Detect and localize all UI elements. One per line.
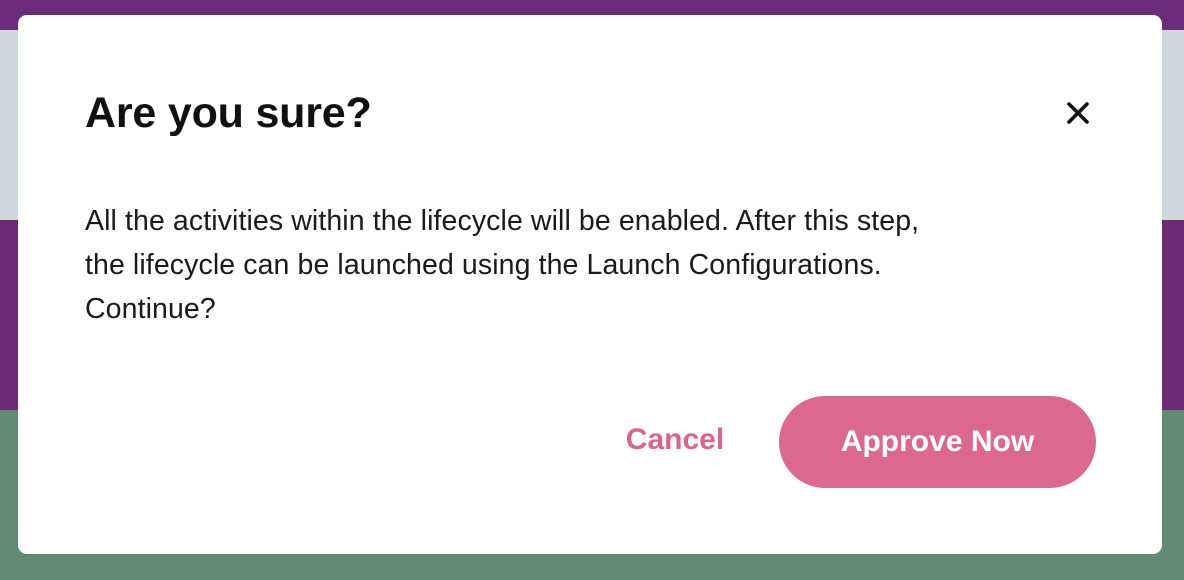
- close-button[interactable]: [1060, 95, 1096, 131]
- approve-now-button[interactable]: Approve Now: [779, 396, 1096, 488]
- dialog-message-line: the lifecycle can be launched using the …: [85, 249, 882, 281]
- confirmation-dialog: Are you sure? All the activities within …: [18, 15, 1162, 554]
- dialog-message-line: All the activities within the lifecycle …: [85, 205, 920, 237]
- dialog-message: All the activities within the lifecycle …: [85, 199, 1095, 331]
- cancel-button[interactable]: Cancel: [595, 412, 755, 468]
- dialog-message-line: Continue?: [85, 293, 216, 325]
- close-icon: [1067, 102, 1089, 124]
- dialog-title: Are you sure?: [85, 89, 372, 137]
